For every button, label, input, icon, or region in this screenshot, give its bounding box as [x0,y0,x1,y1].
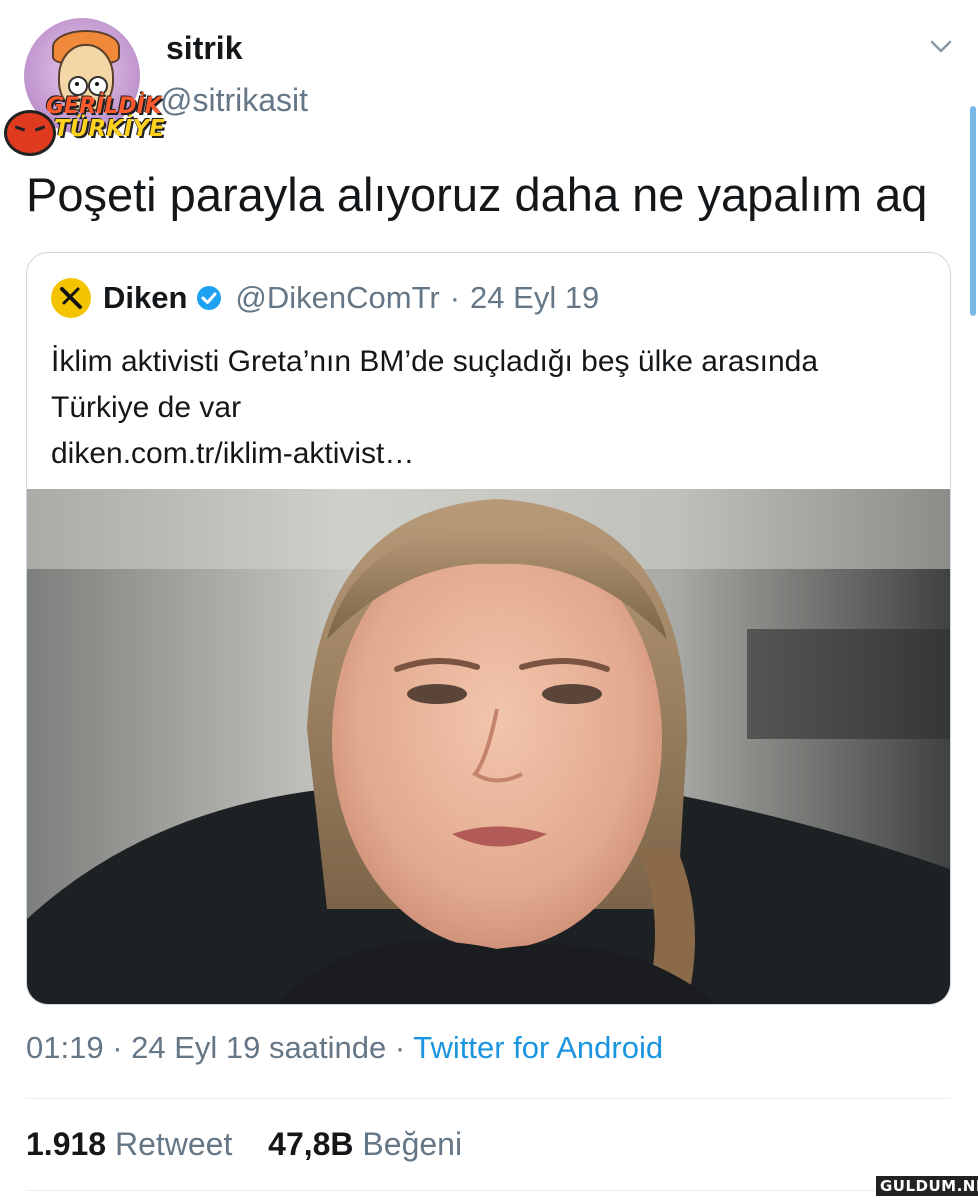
quoted-tweet-date[interactable]: 24 Eyl 19 [470,280,599,316]
quoted-text-line: İklim aktivisti Greta’nın BM’de suçladığ… [51,345,819,378]
retweets-stat[interactable]: 1.918 Retweet [26,1126,241,1162]
avatar-pupil [95,82,99,86]
tweet-meta: 01:19 · 24 Eyl 19 saatinde · Twitter for… [26,1030,663,1066]
scrollbar-thumb[interactable] [970,106,976,316]
tweet-source-link[interactable]: Twitter for Android [413,1030,663,1065]
author-handle[interactable]: @sitrikasit [160,82,308,119]
diken-logo-mark [60,287,82,309]
tweet-text: Poşeti parayla alıyoruz daha ne yapalım … [26,168,928,221]
author-display-name[interactable]: sitrik [166,30,242,67]
quoted-link[interactable]: diken.com.tr/iklim-aktivist… [51,431,931,477]
quoted-tweet-body: İklim aktivisti Greta’nın BM’de suçladığ… [51,339,931,477]
badge-line-1: GERİLDİK [46,94,162,119]
separator-dot: · [394,1030,406,1065]
avatar-eye [68,76,88,96]
quoted-author-name[interactable]: Diken [103,280,187,316]
badge-line-2: TÜRKİYE [54,116,165,142]
badge-text: GERİLDİK TÜRKİYE [46,94,165,142]
tweet-date[interactable]: 24 Eyl 19 saatinde [131,1030,386,1065]
quoted-tweet-card[interactable]: Diken @DikenComTr · 24 Eyl 19 İklim akti… [26,252,951,1005]
divider [26,1098,950,1099]
tweet-time[interactable]: 01:19 [26,1030,104,1065]
separator-dot: · [112,1030,123,1065]
quoted-tweet-header: Diken @DikenComTr · 24 Eyl 19 [51,277,599,319]
tweet-stats: 1.918 Retweet 47,8B Beğeni [26,1126,462,1163]
quoted-tweet-photo[interactable] [27,489,950,1004]
retweets-count: 1.918 [26,1126,107,1162]
quoted-text-line: Türkiye de var [51,391,242,424]
retweets-label: Retweet [114,1126,233,1162]
divider [26,1190,950,1191]
chevron-down-icon[interactable] [928,36,954,56]
diken-logo-icon[interactable] [51,278,91,318]
avatar-eye [88,76,108,96]
quoted-author-handle[interactable]: @DikenComTr [235,280,439,316]
likes-label: Beğeni [362,1126,463,1162]
verified-badge-icon [197,286,222,310]
avatar-pupil [75,82,79,86]
likes-count: 47,8B [268,1126,354,1162]
separator-dot: · [449,280,461,315]
avatar-overlay-badge: GERİLDİK TÜRKİYE [2,96,170,158]
likes-stat[interactable]: 47,8B Beğeni [268,1126,462,1162]
watermark: GULDUM.NET [876,1176,978,1196]
